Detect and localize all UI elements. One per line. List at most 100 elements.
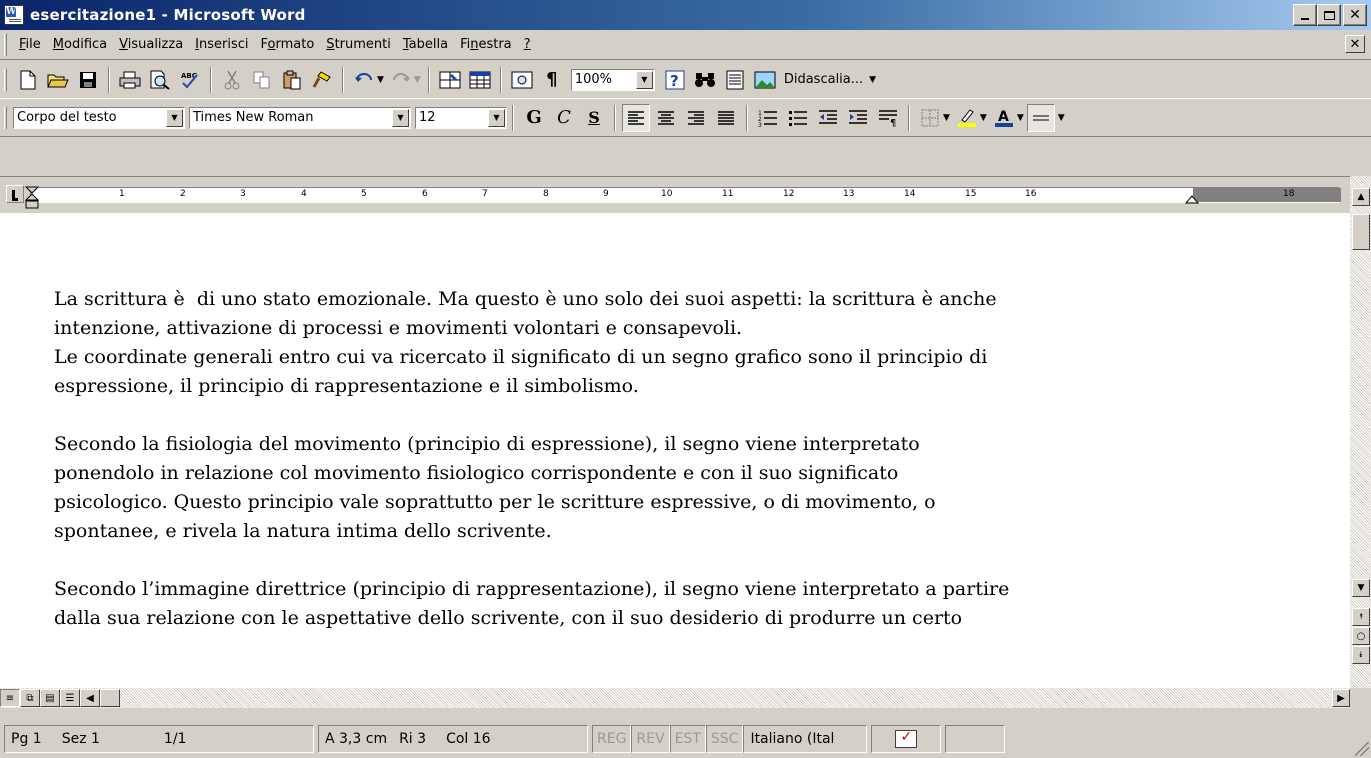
menu-item[interactable]: Inserisci [189,37,254,52]
font-color-button[interactable]: A [990,104,1018,132]
menu-item[interactable]: Visualizza [113,37,189,52]
chevron-down-icon[interactable]: ▼ [943,113,950,123]
document-canvas[interactable]: La scrittura è di uno stato emozionale. … [0,213,1350,688]
vertical-scrollbar[interactable]: ▲ ▼ ⯭ ○ ⯯ [1350,176,1371,688]
status-language[interactable]: Italiano (Ital [743,725,868,753]
scroll-right-button[interactable]: ▶ [1332,689,1350,707]
select-browse-object-button[interactable]: ○ [1352,627,1370,645]
close-button[interactable]: ✕ [1343,4,1367,26]
menu-item[interactable]: ? [518,37,537,52]
caption-style-label[interactable]: Didascalia... [784,72,863,87]
minimize-button[interactable] [1293,4,1317,26]
menu-item[interactable]: File [13,37,47,52]
restore-button[interactable] [1317,4,1341,26]
zoom-combo[interactable]: 100% ▼ [570,68,655,91]
menu-item[interactable]: Tabella [397,37,454,52]
chevron-down-icon[interactable]: ▼ [166,108,183,127]
underline-button[interactable]: S [580,104,608,132]
chevron-down-icon[interactable]: ▼ [869,75,876,85]
align-right-button[interactable] [682,104,710,132]
document-close-button[interactable]: ✕ [1345,35,1365,53]
bullets-button[interactable] [784,104,812,132]
highlight-button[interactable] [953,104,981,132]
next-page-button[interactable]: ⯯ [1352,646,1370,664]
justify-button[interactable] [712,104,740,132]
print-preview-button[interactable] [146,66,174,94]
insert-picture-button[interactable] [751,66,779,94]
redo-dropdown-icon[interactable]: ▼ [414,75,421,85]
chevron-down-icon[interactable]: ▼ [488,108,505,127]
print-layout-view-button[interactable]: ▤ [40,689,60,707]
tab-stop-selector[interactable] [6,185,24,203]
undo-dropdown-icon[interactable]: ▼ [377,75,384,85]
menu-bar: File Modifica Visualizza Inserisci Formato St… [0,30,1371,60]
document-map-button[interactable] [508,66,536,94]
header-footer-button[interactable] [721,66,749,94]
copy-button[interactable] [248,66,276,94]
status-position[interactable]: A 3,3 cm Ri 3 Col 16 [318,725,588,753]
toolbar-grip[interactable] [4,68,7,91]
font-combo[interactable]: Times New Roman ▼ [189,106,411,129]
help-button[interactable]: ? [661,66,689,94]
highlight-paragraph-button[interactable]: ¶ [874,104,902,132]
open-button[interactable] [44,66,72,94]
print-button[interactable] [116,66,144,94]
style-combo[interactable]: Corpo del testo ▼ [13,106,185,129]
word-app-icon[interactable]: W [4,5,24,25]
horizontal-scroll-thumb[interactable] [100,689,120,707]
status-rec[interactable]: REG [592,725,632,753]
scroll-down-button[interactable]: ▼ [1352,579,1370,597]
numbering-button[interactable]: 123 [754,104,782,132]
status-ovr[interactable]: SSC [705,725,744,753]
resize-grip[interactable] [1355,742,1369,756]
menu-item[interactable]: Modifica [47,37,113,52]
toolbar-grip[interactable] [4,106,7,129]
insert-table-button[interactable] [466,66,494,94]
menu-item[interactable]: Strumenti [320,37,397,52]
decrease-indent-button[interactable] [814,104,842,132]
scroll-thumb[interactable] [1352,214,1370,250]
undo-button[interactable] [350,66,378,94]
chevron-down-icon[interactable]: ▼ [1058,113,1065,123]
line-style-button[interactable] [1026,103,1055,132]
document-body[interactable]: La scrittura è di uno stato emozionale. … [54,285,1304,633]
chevron-down-icon[interactable]: ▼ [1017,113,1024,123]
status-page-section[interactable]: Pg 1 Sez 1 1/1 [4,725,314,753]
normal-view-button[interactable]: ≡ [0,689,20,707]
spelling-button[interactable]: ABC [176,66,204,94]
redo-button[interactable] [387,66,415,94]
horizontal-ruler[interactable]: 1 2 3 4 5 6 7 8 9 10 11 12 13 14 15 16 18 [25,186,1341,209]
font-size-combo[interactable]: 12 ▼ [415,106,507,129]
bold-button[interactable]: G [520,104,548,132]
align-center-button[interactable] [652,104,680,132]
save-button[interactable] [74,66,102,94]
right-indent-marker-icon[interactable] [1185,190,1199,204]
scroll-left-button[interactable]: ◀ [80,689,100,707]
outline-view-button[interactable]: ☰ [60,689,80,707]
status-rev[interactable]: REV [631,725,670,753]
horizontal-scrollbar[interactable]: ≡ ⧉ ▤ ☰ ◀ ▶ [0,688,1350,708]
status-ext[interactable]: EST [669,725,706,753]
menubar-grip[interactable] [4,33,7,56]
tables-borders-button[interactable] [436,66,464,94]
web-layout-view-button[interactable]: ⧉ [20,689,40,707]
menu-item[interactable]: Finestra [454,37,518,52]
find-button[interactable] [691,66,719,94]
new-document-button[interactable] [14,66,42,94]
menu-item[interactable]: Formato [255,37,321,52]
left-indent-marker-icon[interactable] [25,186,39,210]
spelling-status[interactable] [871,725,942,753]
scroll-up-button[interactable]: ▲ [1352,188,1370,206]
align-left-button[interactable] [622,103,650,132]
increase-indent-button[interactable] [844,104,872,132]
italic-button[interactable]: C [550,104,578,132]
cut-button[interactable] [218,66,246,94]
previous-page-button[interactable]: ⯭ [1352,608,1370,626]
chevron-down-icon[interactable]: ▼ [392,108,409,127]
format-painter-button[interactable] [308,66,336,94]
borders-button[interactable] [916,104,944,132]
paste-button[interactable] [278,66,306,94]
chevron-down-icon[interactable]: ▼ [635,70,653,89]
chevron-down-icon[interactable]: ▼ [980,113,987,123]
show-hide-marks-button[interactable]: ¶ [538,66,566,94]
